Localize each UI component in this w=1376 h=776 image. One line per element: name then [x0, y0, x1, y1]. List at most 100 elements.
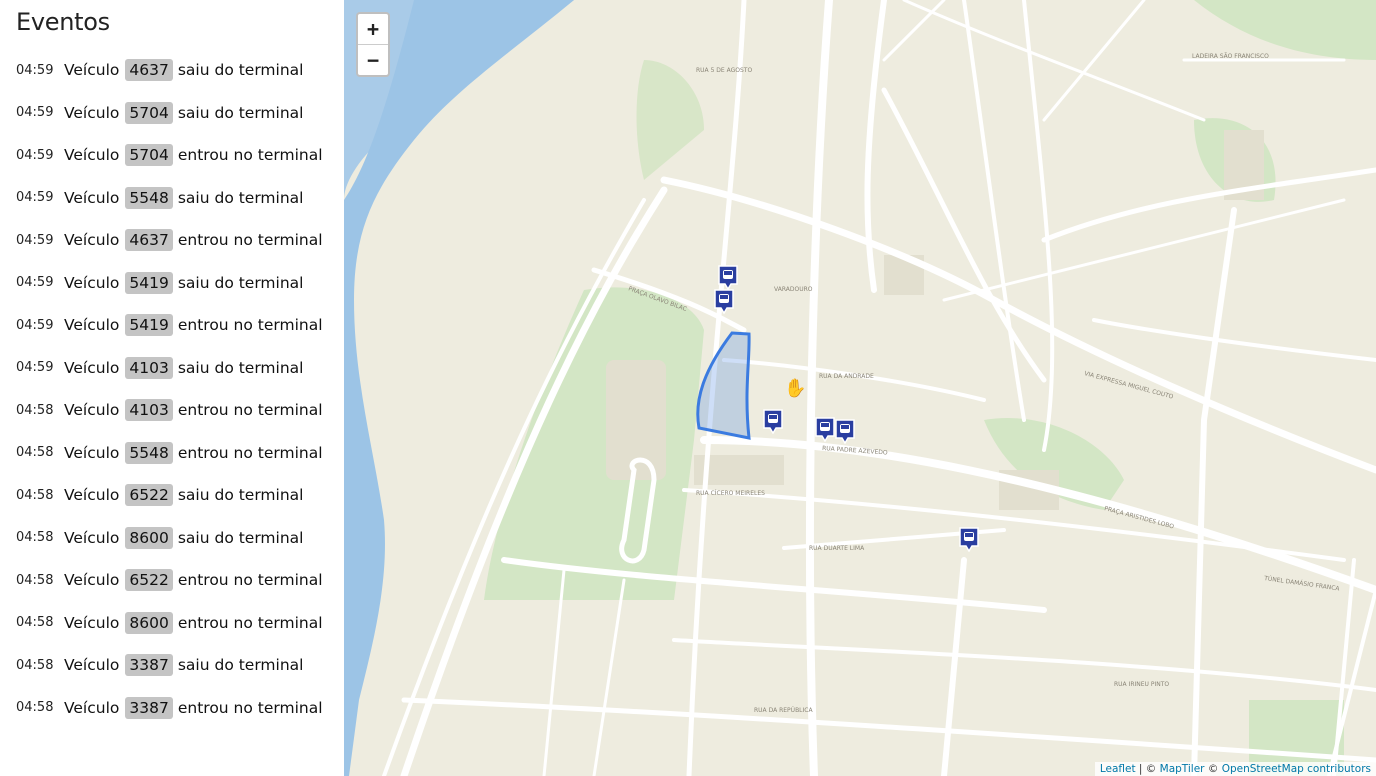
event-action: entrou no terminal [177, 316, 323, 335]
street-label: RUA IRINEU PINTO [1114, 681, 1169, 688]
vehicle-id-badge: 5704 [125, 101, 173, 124]
event-time: 04:59 [16, 147, 54, 163]
event-label: Veículo [64, 486, 120, 505]
event-label: Veículo [64, 443, 120, 462]
event-item: 04:59 Veículo 4637 entrou no terminal [16, 219, 323, 262]
vehicle-id-badge: 5704 [125, 144, 173, 167]
map-attribution: Leaflet | © MapTiler © OpenStreetMap con… [1094, 762, 1376, 776]
event-label: Veículo [64, 358, 120, 377]
event-item: 04:59 Veículo 5419 entrou no terminal [16, 304, 323, 347]
event-label: Veículo [64, 698, 120, 717]
events-sidebar: Eventos 04:59 Veículo 4637 saiu do terminal… [0, 0, 344, 776]
vehicle-id-badge: 4103 [125, 356, 173, 379]
vehicle-id-badge: 6522 [125, 569, 173, 592]
event-label: Veículo [64, 656, 120, 675]
vehicle-id-badge: 4637 [125, 229, 173, 252]
event-action: saiu do terminal [177, 273, 304, 292]
event-time: 04:59 [16, 275, 54, 291]
event-item: 04:59 Veículo 5704 entrou no terminal [16, 134, 323, 177]
street-label: RUA 5 DE AGOSTO [696, 67, 752, 74]
map-tiles[interactable]: RUA 5 DE AGOSTO PRAÇA OLAVO BILAC VARADO… [344, 0, 1376, 776]
attribution-separator: © [1204, 763, 1222, 775]
zoom-control: + − [356, 12, 390, 77]
event-action: entrou no terminal [177, 698, 323, 717]
street-label: RUA DA REPÚBLICA [754, 707, 813, 714]
leaflet-link[interactable]: Leaflet [1100, 763, 1136, 775]
event-item: 04:59 Veículo 4103 saiu do terminal [16, 347, 323, 390]
event-action: saiu do terminal [177, 61, 304, 80]
attribution-separator: | © [1135, 763, 1160, 775]
event-time: 04:58 [16, 530, 54, 546]
vehicle-id-badge: 5419 [125, 271, 173, 294]
event-action: entrou no terminal [177, 146, 323, 165]
bus-marker-icon[interactable] [814, 416, 836, 442]
event-action: entrou no terminal [177, 571, 323, 590]
event-time: 04:59 [16, 62, 54, 78]
event-time: 04:59 [16, 190, 54, 206]
event-label: Veículo [64, 146, 120, 165]
map[interactable]: RUA 5 DE AGOSTO PRAÇA OLAVO BILAC VARADO… [344, 0, 1376, 776]
vehicle-id-badge: 5548 [125, 441, 173, 464]
event-label: Veículo [64, 528, 120, 547]
vehicle-id-badge: 5548 [125, 186, 173, 209]
event-item: 04:58 Veículo 6522 entrou no terminal [16, 559, 323, 602]
street-label: LADEIRA SÃO FRANCISCO [1192, 53, 1269, 60]
event-time: 04:58 [16, 445, 54, 461]
vehicle-id-badge: 8600 [125, 526, 173, 549]
vehicle-id-badge: 4103 [125, 399, 173, 422]
event-action: entrou no terminal [177, 443, 323, 462]
vehicle-id-badge: 8600 [125, 611, 173, 634]
bus-marker-icon[interactable] [762, 408, 784, 434]
bus-marker-icon[interactable] [834, 418, 856, 444]
osm-link[interactable]: OpenStreetMap contributors [1222, 763, 1371, 775]
bus-marker-icon[interactable] [717, 264, 739, 290]
event-item: 04:58 Veículo 3387 saiu do terminal [16, 644, 323, 687]
event-action: entrou no terminal [177, 231, 323, 250]
event-action: entrou no terminal [177, 401, 323, 420]
bus-marker-icon[interactable] [713, 288, 735, 314]
event-action: saiu do terminal [177, 358, 304, 377]
event-item: 04:59 Veículo 4637 saiu do terminal [16, 49, 323, 92]
sidebar-title: Eventos [16, 8, 110, 36]
vehicle-id-badge: 5419 [125, 314, 173, 337]
maptiler-link[interactable]: MapTiler [1160, 763, 1205, 775]
event-time: 04:58 [16, 657, 54, 673]
event-time: 04:59 [16, 360, 54, 376]
hand-cursor-icon: ✋ [784, 378, 807, 399]
bus-marker-icon[interactable] [958, 526, 980, 552]
event-label: Veículo [64, 188, 120, 207]
zoom-in-button[interactable]: + [358, 14, 388, 45]
event-action: saiu do terminal [177, 528, 304, 547]
event-item: 04:58 Veículo 8600 entrou no terminal [16, 602, 323, 645]
event-time: 04:59 [16, 105, 54, 121]
vehicle-id-badge: 6522 [125, 484, 173, 507]
event-label: Veículo [64, 613, 120, 632]
event-time: 04:59 [16, 317, 54, 333]
event-label: Veículo [64, 273, 120, 292]
event-item: 04:59 Veículo 5548 saiu do terminal [16, 177, 323, 220]
zoom-out-button[interactable]: − [358, 45, 388, 75]
street-label: VARADOURO [774, 286, 813, 293]
street-label: RUA DUARTE LIMA [809, 545, 865, 552]
event-time: 04:58 [16, 487, 54, 503]
event-label: Veículo [64, 401, 120, 420]
event-label: Veículo [64, 316, 120, 335]
street-label: RUA DA ANDRADE [819, 373, 874, 380]
event-item: 04:58 Veículo 8600 saiu do terminal [16, 517, 323, 560]
event-time: 04:58 [16, 700, 54, 716]
vehicle-id-badge: 4637 [125, 59, 173, 82]
event-item: 04:59 Veículo 5704 saiu do terminal [16, 92, 323, 135]
vehicle-id-badge: 3387 [125, 654, 173, 677]
event-action: saiu do terminal [177, 188, 304, 207]
event-label: Veículo [64, 231, 120, 250]
event-item: 04:58 Veículo 6522 saiu do terminal [16, 474, 323, 517]
event-time: 04:59 [16, 232, 54, 248]
street-label: RUA CÍCERO MEIRELES [696, 490, 765, 497]
vehicle-id-badge: 3387 [125, 696, 173, 719]
events-list: 04:59 Veículo 4637 saiu do terminal 04:59 Veí… [16, 49, 323, 729]
event-time: 04:58 [16, 402, 54, 418]
event-label: Veículo [64, 103, 120, 122]
event-time: 04:58 [16, 572, 54, 588]
event-time: 04:58 [16, 615, 54, 631]
event-action: saiu do terminal [177, 656, 304, 675]
